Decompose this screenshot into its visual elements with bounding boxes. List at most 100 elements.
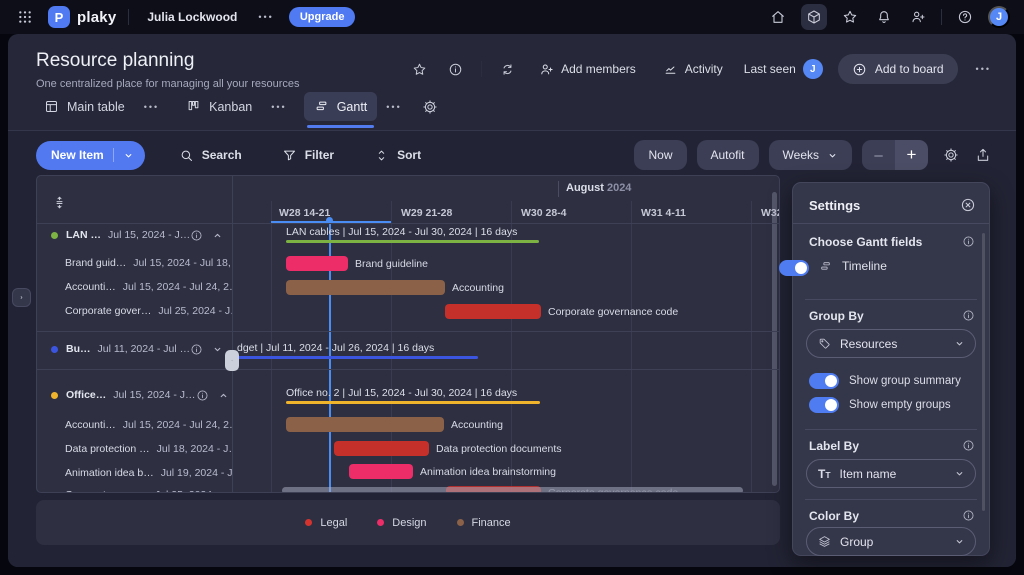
- gantt-bar-label: Animation idea brainstorming: [420, 466, 556, 478]
- item-row[interactable]: Corporate gover… Jul 25, 2024 - J…: [37, 300, 233, 322]
- info-icon[interactable]: [190, 229, 203, 242]
- show-group-summary-label: Show group summary: [849, 375, 961, 387]
- group-row[interactable]: Office… Jul 15, 2024 - J…: [37, 384, 233, 406]
- expand-sidebar-handle[interactable]: [12, 288, 31, 307]
- settings-scrollbar[interactable]: [982, 233, 985, 511]
- group-summary-bar[interactable]: [286, 240, 539, 243]
- item-row[interactable]: Accounti… Jul 15, 2024 - Jul 24, 2…: [37, 414, 233, 436]
- gantt-menu-button[interactable]: •••: [383, 99, 404, 115]
- gantt-bar[interactable]: [349, 464, 413, 479]
- plaky-logo[interactable]: P plaky: [48, 6, 116, 28]
- help-button[interactable]: [954, 6, 976, 28]
- activity-button[interactable]: Activity: [657, 61, 729, 78]
- group-row[interactable]: LAN … Jul 15, 2024 - J…: [37, 224, 233, 246]
- tab-kanban[interactable]: Kanban: [176, 92, 262, 121]
- info-icon[interactable]: [962, 309, 975, 322]
- item-row[interactable]: Data protection … Jul 18, 2024 - J…: [37, 438, 233, 460]
- last-seen[interactable]: Last seen J: [744, 59, 823, 79]
- timeline-field-toggle[interactable]: [779, 260, 809, 276]
- info-icon[interactable]: [962, 509, 975, 522]
- legend-panel: Legal Design Finance: [36, 500, 780, 545]
- item-row[interactable]: Brand guid… Jul 15, 2024 - Jul 18,…: [37, 252, 233, 274]
- legend-dot: [377, 519, 384, 526]
- gantt-toolbar: New Item Search Filter Sort Now Autofit …: [36, 139, 994, 171]
- info-icon[interactable]: [962, 235, 975, 248]
- chevron-down-icon[interactable]: [212, 344, 223, 355]
- expand-collapse-all-button[interactable]: [49, 192, 70, 213]
- info-icon[interactable]: [196, 389, 209, 402]
- close-settings-button[interactable]: [957, 194, 979, 216]
- gantt-bar[interactable]: [286, 417, 444, 432]
- settings-divider: [793, 223, 989, 224]
- show-empty-groups-toggle[interactable]: [809, 397, 839, 413]
- favorite-board-button[interactable]: [409, 59, 430, 80]
- horizontal-scrollbar[interactable]: [282, 487, 743, 492]
- gantt-bar[interactable]: [286, 256, 348, 271]
- board-menu-button[interactable]: •••: [973, 61, 994, 77]
- group-row[interactable]: Bu… Jul 11, 2024 - Jul …: [37, 338, 233, 360]
- item-dates: Jul 15, 2024 - Jul 24, 2…: [123, 419, 233, 431]
- new-item-button[interactable]: New Item: [36, 141, 145, 170]
- vertical-scrollbar[interactable]: [772, 192, 777, 486]
- main-table-menu-button[interactable]: •••: [141, 99, 162, 115]
- chevron-down-icon: [123, 150, 134, 161]
- chevron-up-icon[interactable]: [212, 230, 223, 241]
- workspace-menu-button[interactable]: •••: [255, 9, 276, 25]
- item-dates: Jul 25, 2024 -…: [155, 489, 229, 492]
- workspace-switcher[interactable]: Julia Lockwood: [141, 9, 243, 25]
- autofit-button[interactable]: Autofit: [697, 140, 759, 170]
- upgrade-button[interactable]: Upgrade: [289, 7, 356, 27]
- tab-main-table[interactable]: Main table: [34, 92, 135, 121]
- zoom-out-button[interactable]: –: [862, 140, 895, 170]
- apps-grid-button[interactable]: [14, 6, 36, 28]
- gantt-settings-button[interactable]: [940, 144, 962, 166]
- tab-gantt[interactable]: Gantt: [304, 92, 378, 121]
- active-tab-underline: [307, 125, 375, 128]
- zoom-in-button[interactable]: +: [895, 140, 928, 170]
- gantt-bar[interactable]: [286, 280, 445, 295]
- group-by-select[interactable]: Resources: [806, 329, 976, 358]
- kanban-menu-button[interactable]: •••: [268, 99, 289, 115]
- group-summary-bar[interactable]: [286, 401, 540, 404]
- filter-label: Filter: [305, 148, 334, 162]
- info-icon[interactable]: [962, 439, 975, 452]
- color-by-select[interactable]: Group: [806, 527, 976, 556]
- gear-icon: [422, 99, 438, 115]
- user-avatar[interactable]: J: [988, 6, 1010, 28]
- now-button[interactable]: Now: [634, 140, 686, 170]
- sort-icon: [374, 148, 389, 163]
- export-button[interactable]: [972, 144, 994, 166]
- boards-button[interactable]: [801, 4, 827, 30]
- topbar: P plaky Julia Lockwood ••• Upgrade J: [0, 0, 1024, 34]
- timeline-field-icon: [819, 260, 832, 273]
- show-group-summary-toggle[interactable]: [809, 373, 839, 389]
- add-members-button[interactable]: Add members: [533, 61, 642, 78]
- group-summary-bar[interactable]: [233, 356, 478, 359]
- views-settings-button[interactable]: [419, 96, 441, 118]
- invite-members-button[interactable]: [907, 6, 929, 28]
- home-button[interactable]: [767, 6, 789, 28]
- settings-divider: [805, 499, 977, 500]
- favorites-button[interactable]: [839, 6, 861, 28]
- board-info-button[interactable]: [445, 59, 466, 80]
- collapse-item-list-handle[interactable]: [225, 350, 239, 371]
- item-row[interactable]: Corporate gove… Jul 25, 2024 -…: [37, 484, 233, 492]
- label-by-select[interactable]: TT Item name: [806, 459, 976, 488]
- plaky-wordmark: plaky: [77, 9, 116, 26]
- search-button[interactable]: Search: [173, 147, 248, 164]
- filter-button[interactable]: Filter: [276, 147, 340, 164]
- group-divider: [37, 331, 780, 332]
- week-label: W28 14-21: [279, 207, 330, 219]
- timeline-field-label: Timeline: [842, 259, 887, 273]
- item-row[interactable]: Accounti… Jul 15, 2024 - Jul 24, 2…: [37, 276, 233, 298]
- gantt-bar[interactable]: [445, 304, 541, 319]
- add-to-board-button[interactable]: Add to board: [838, 54, 958, 84]
- info-icon[interactable]: [190, 343, 203, 356]
- zoom-unit-select[interactable]: Weeks: [769, 140, 852, 170]
- sync-button[interactable]: [497, 59, 518, 80]
- gantt-bar[interactable]: [334, 441, 429, 456]
- chevron-up-icon[interactable]: [218, 390, 229, 401]
- notifications-button[interactable]: [873, 6, 895, 28]
- item-row[interactable]: Animation idea b… Jul 19, 2024 - J…: [37, 462, 233, 484]
- sort-button[interactable]: Sort: [368, 147, 427, 164]
